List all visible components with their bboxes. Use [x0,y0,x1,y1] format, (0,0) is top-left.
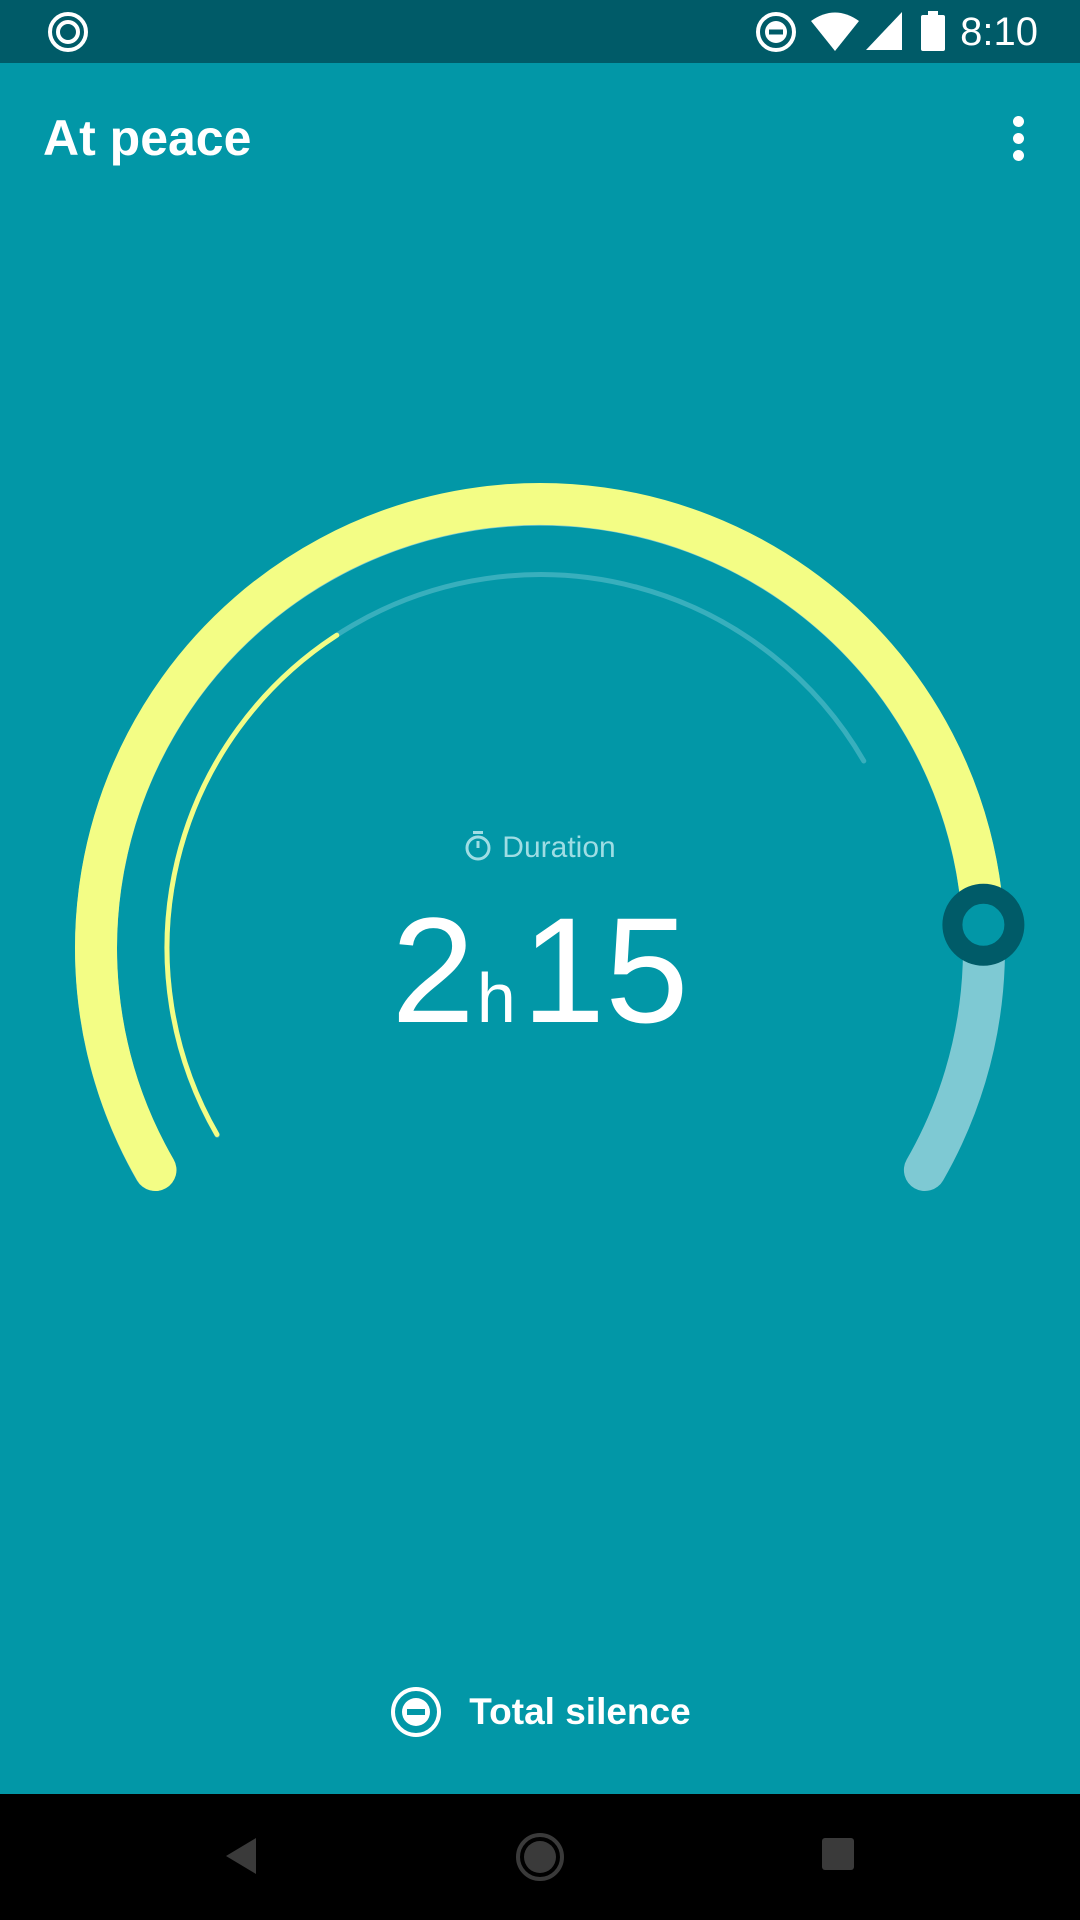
more-vert-icon [1013,116,1024,127]
mode-selector[interactable]: Total silence [0,1682,1080,1742]
timer-icon [465,831,491,861]
duration-label-row: Duration [0,828,1080,868]
duration-minutes: 15 [521,886,689,1054]
duration-value: 2h15 [0,895,1080,1093]
radio-target-icon [48,12,88,52]
more-options-button[interactable] [984,103,1054,173]
wifi-icon [811,12,859,51]
do-not-disturb-icon [391,1687,442,1737]
duration-dial[interactable] [0,380,1080,1220]
status-bar: 8:10 [0,0,1080,63]
page-title: At peace [43,110,252,166]
back-triangle-icon[interactable] [222,1834,262,1878]
status-time: 8:10 [960,10,1038,54]
duration-label: Duration [502,831,616,864]
duration-hours: 2 [391,886,475,1054]
home-circle-icon[interactable] [514,1831,566,1883]
duration-hours-unit: h [476,959,516,1037]
do-not-disturb-icon [756,12,796,52]
mode-label: Total silence [469,1691,691,1732]
cellular-signal-icon [866,12,902,50]
battery-icon [921,11,945,51]
navigation-bar [0,1794,1080,1920]
recents-square-icon[interactable] [820,1836,856,1872]
